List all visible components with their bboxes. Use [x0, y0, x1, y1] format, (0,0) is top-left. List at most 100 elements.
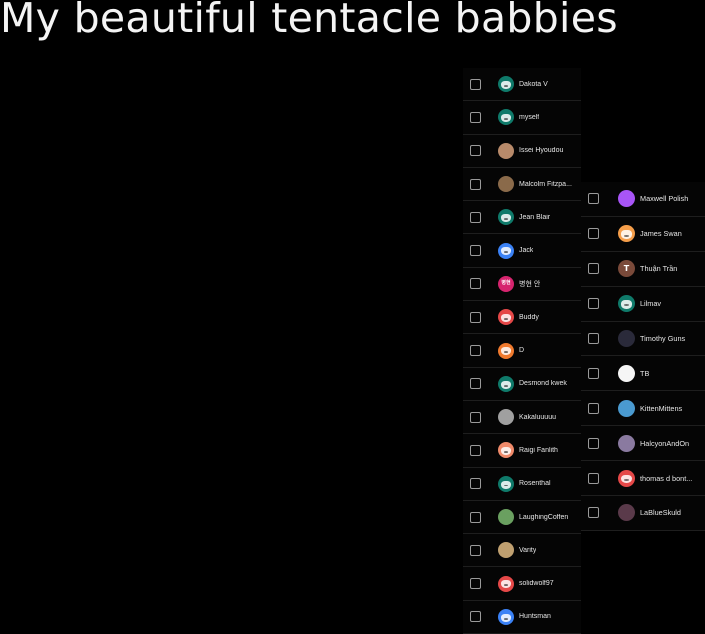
avatar-initials: 병현 — [501, 280, 511, 287]
member-row[interactable]: T Thuận Trần — [581, 251, 705, 287]
member-name: Buddy — [519, 313, 539, 321]
member-checkbox[interactable] — [470, 78, 481, 90]
member-checkbox[interactable] — [588, 402, 599, 414]
cat-face-icon — [618, 295, 635, 313]
member-row[interactable]: solidwolf97 — [463, 567, 581, 601]
cat-face-icon — [498, 575, 514, 592]
member-name: Rosenthal — [519, 480, 551, 488]
member-row[interactable]: Maxwell Polish — [581, 182, 705, 217]
page-title: My beautiful tentacle babbies — [0, 0, 618, 42]
member-checkbox[interactable] — [470, 245, 481, 257]
member-row[interactable]: Huntsman — [463, 600, 581, 634]
member-name: thomas d bont... — [640, 473, 693, 483]
member-row[interactable]: HalcyonAndOn — [581, 426, 705, 462]
member-checkbox[interactable] — [588, 367, 599, 379]
member-row[interactable]: Lilmav — [581, 286, 705, 322]
member-name: myself — [519, 113, 540, 121]
member-name: LaughingCoffen — [519, 513, 569, 521]
member-checkbox[interactable] — [470, 345, 481, 357]
photo-avatar-icon — [498, 409, 514, 426]
photo-avatar-icon — [498, 542, 514, 559]
member-row[interactable]: Jean Blair — [463, 201, 581, 235]
photo-avatar-icon — [498, 142, 514, 159]
initials-avatar-icon: T — [618, 260, 635, 278]
member-checkbox[interactable] — [470, 611, 481, 623]
member-checkbox[interactable] — [588, 193, 599, 205]
member-checkbox[interactable] — [470, 511, 481, 523]
member-row[interactable]: D — [463, 334, 581, 368]
member-row[interactable]: LaughingCoffen — [463, 500, 581, 535]
member-checkbox[interactable] — [588, 507, 599, 519]
member-name: LaBlueSkuld — [640, 508, 681, 518]
member-checkbox[interactable] — [470, 411, 481, 423]
member-checkbox[interactable] — [588, 472, 599, 484]
member-name: Dakota V — [519, 80, 548, 88]
member-row[interactable]: TB — [581, 356, 705, 392]
member-row[interactable]: Jack — [463, 234, 581, 268]
member-checkbox[interactable] — [470, 544, 481, 556]
member-checkbox[interactable] — [588, 437, 599, 449]
cat-face-icon — [498, 309, 514, 326]
member-row[interactable]: Varity — [463, 534, 581, 568]
member-name: Lilmav — [640, 299, 662, 309]
member-row[interactable]: Kakaluuuuu — [463, 400, 581, 435]
member-name: Huntsman — [519, 613, 551, 621]
member-list-left: Dakota V myself Issei Hyoudou Malcolm Fitzp… — [463, 68, 581, 634]
member-checkbox[interactable] — [470, 444, 481, 456]
member-name: HalcyonAndOn — [640, 438, 690, 448]
member-name: Thuận Trần — [640, 264, 678, 274]
cat-face-icon — [498, 76, 514, 93]
member-name: Timothy Guns — [640, 334, 686, 343]
cat-face-icon — [498, 242, 514, 259]
member-checkbox[interactable] — [470, 211, 481, 223]
member-name: Jack — [519, 247, 534, 255]
member-checkbox[interactable] — [588, 263, 599, 275]
member-checkbox[interactable] — [588, 228, 599, 240]
member-checkbox[interactable] — [470, 311, 481, 323]
member-row[interactable]: LaBlueSkuld — [581, 496, 705, 531]
avatar-initials: T — [623, 263, 630, 273]
member-row[interactable]: Malcolm Fitzpa... — [463, 167, 581, 202]
member-checkbox[interactable] — [470, 578, 481, 590]
member-checkbox[interactable] — [470, 478, 481, 490]
cat-face-icon — [498, 475, 514, 492]
cat-face-icon — [498, 209, 514, 226]
member-row[interactable]: Buddy — [463, 301, 581, 335]
member-row[interactable]: KittenMittens — [581, 391, 705, 427]
member-name: Raigi Fanlith — [519, 446, 558, 454]
member-checkbox[interactable] — [588, 298, 599, 310]
member-row[interactable]: Dakota V — [463, 68, 581, 102]
cat-face-icon — [618, 225, 635, 243]
member-checkbox[interactable] — [470, 145, 481, 157]
photo-avatar-icon — [618, 434, 635, 452]
member-checkbox[interactable] — [470, 278, 481, 290]
member-name: 병현 안 — [519, 280, 541, 288]
member-name: KittenMittens — [640, 403, 683, 413]
photo-avatar-icon — [498, 509, 514, 525]
cat-face-icon — [498, 375, 514, 392]
member-row[interactable]: 병현 병현 안 — [463, 267, 581, 302]
member-list-right: Maxwell Polish James Swan T Thuận Trần Lilma… — [581, 182, 705, 531]
photo-avatar-icon — [618, 504, 635, 522]
member-row[interactable]: Timothy Guns — [581, 321, 705, 357]
member-name: Varity — [519, 546, 537, 554]
member-row[interactable]: Raigi Fanlith — [463, 434, 581, 468]
cat-face-icon — [498, 342, 514, 359]
member-checkbox[interactable] — [470, 378, 481, 390]
member-checkbox[interactable] — [588, 333, 599, 344]
member-row[interactable]: Desmond kwek — [463, 367, 581, 401]
member-checkbox[interactable] — [470, 178, 481, 190]
member-name: Issei Hyoudou — [519, 147, 564, 155]
member-row[interactable]: Rosenthal — [463, 467, 581, 501]
member-row[interactable]: James Swan — [581, 216, 705, 252]
cat-face-icon — [498, 442, 514, 459]
member-checkbox[interactable] — [470, 111, 481, 123]
member-row[interactable]: myself — [463, 101, 581, 135]
member-row[interactable]: thomas d bont... — [581, 461, 705, 497]
member-name: Kakaluuuuu — [519, 413, 556, 421]
photo-avatar-icon — [498, 176, 514, 193]
member-name: Maxwell Polish — [640, 194, 689, 204]
cat-face-icon — [618, 469, 635, 487]
member-row[interactable]: Issei Hyoudou — [463, 134, 581, 168]
initials-avatar-icon: 병현 — [498, 275, 514, 292]
